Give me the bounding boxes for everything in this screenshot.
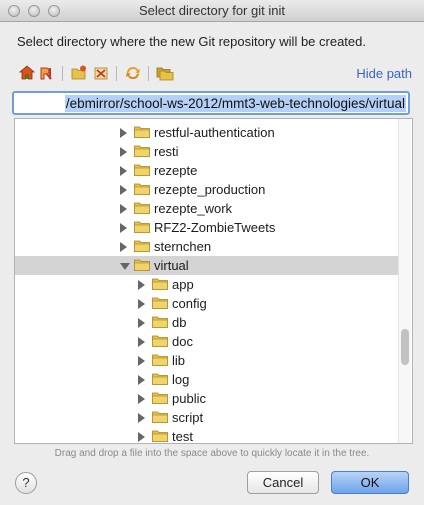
tree-row[interactable]: restful-authentication (15, 123, 399, 142)
tree-item-label: rezepte_work (154, 201, 233, 216)
tree-row[interactable]: script (15, 408, 399, 427)
disclosure-closed-icon[interactable] (120, 128, 127, 138)
disclosure-closed-icon[interactable] (138, 280, 145, 290)
folder-icon (134, 145, 150, 157)
toolbar-separator (62, 66, 63, 81)
folder-icon (152, 392, 168, 404)
instruction-text: Select directory where the new Git repos… (17, 34, 366, 49)
tree-item-label: doc (172, 334, 193, 349)
folder-icon (134, 126, 150, 138)
toolbar-separator (148, 66, 149, 81)
tree-row[interactable]: rezepte (15, 161, 399, 180)
tree-item-label: log (172, 372, 190, 387)
folder-icon (134, 259, 150, 271)
disclosure-closed-icon[interactable] (138, 375, 145, 385)
delete-icon[interactable] (92, 64, 110, 82)
tree-row[interactable]: rezepte_work (15, 199, 399, 218)
disclosure-closed-icon[interactable] (120, 242, 127, 252)
tree-item-label: rezepte_production (154, 182, 266, 197)
window-title: Select directory for git init (139, 3, 285, 18)
help-button[interactable]: ? (15, 472, 37, 494)
tree-item-label: restful-authentication (154, 125, 275, 140)
tree-row[interactable]: app (15, 275, 399, 294)
tree-scrollbar-thumb[interactable] (401, 329, 409, 365)
hide-path-link[interactable]: Hide path (356, 66, 412, 81)
folder-icon (152, 373, 168, 385)
folder-icon (134, 202, 150, 214)
toolbar: Hide path (14, 64, 414, 84)
home-icon[interactable] (18, 64, 36, 82)
tree-row[interactable]: resti (15, 142, 399, 161)
tree-row[interactable]: public (15, 389, 399, 408)
disclosure-closed-icon[interactable] (138, 356, 145, 366)
path-input[interactable]: /ebmirror/school-ws-2012/mmt3-web-techno… (12, 91, 410, 115)
tree-row[interactable]: config (15, 294, 399, 313)
tree-item-label: config (172, 296, 207, 311)
tree-item-label: db (172, 315, 187, 330)
tree-vertical-scrollbar[interactable] (398, 119, 411, 443)
disclosure-closed-icon[interactable] (138, 432, 145, 442)
folder-icon (134, 164, 150, 176)
tree-row[interactable]: log (15, 370, 399, 389)
tree-item-label: RFZ2-ZombieTweets (154, 220, 276, 235)
folder-icon (134, 221, 150, 233)
path-input-value: /ebmirror/school-ws-2012/mmt3-web-techno… (64, 95, 406, 112)
tree-row[interactable]: test (15, 427, 399, 444)
show-hidden-icon[interactable] (156, 64, 174, 82)
project-icon[interactable] (38, 64, 56, 82)
tree-item-label: resti (154, 144, 179, 159)
directory-tree[interactable]: restful-authentication resti rezepte rezept… (14, 118, 413, 444)
disclosure-open-icon[interactable] (120, 263, 130, 270)
disclosure-closed-icon[interactable] (120, 166, 127, 176)
tree-row[interactable]: virtual (15, 256, 399, 275)
folder-icon (152, 411, 168, 423)
disclosure-closed-icon[interactable] (138, 394, 145, 404)
tree-row[interactable]: db (15, 313, 399, 332)
disclosure-closed-icon[interactable] (138, 413, 145, 423)
disclosure-closed-icon[interactable] (138, 299, 145, 309)
tree-item-label: app (172, 277, 194, 292)
drag-drop-hint: Drag and drop a file into the space abov… (54, 448, 370, 459)
folder-icon (152, 354, 168, 366)
tree-item-label: script (172, 410, 204, 425)
refresh-icon[interactable] (124, 64, 142, 82)
tree-row[interactable]: RFZ2-ZombieTweets (15, 218, 399, 237)
tree-item-label: rezepte (154, 163, 198, 178)
disclosure-closed-icon[interactable] (120, 204, 127, 214)
folder-icon (152, 278, 168, 290)
disclosure-closed-icon[interactable] (138, 337, 145, 347)
tree-item-label: test (172, 429, 193, 444)
disclosure-closed-icon[interactable] (120, 185, 127, 195)
toolbar-separator (116, 66, 117, 81)
folder-icon (152, 430, 168, 442)
disclosure-closed-icon[interactable] (138, 318, 145, 328)
tree-item-label: public (172, 391, 206, 406)
new-folder-icon[interactable] (70, 64, 88, 82)
tree-item-label: sternchen (154, 239, 212, 254)
tree-row[interactable]: lib (15, 351, 399, 370)
disclosure-closed-icon[interactable] (120, 147, 127, 157)
folder-icon (152, 297, 168, 309)
cancel-button[interactable]: Cancel (247, 471, 319, 494)
tree-row[interactable]: sternchen (15, 237, 399, 256)
folder-icon (152, 335, 168, 347)
tree-item-label: lib (172, 353, 186, 368)
tree-row[interactable]: rezepte_production (15, 180, 399, 199)
folder-icon (152, 316, 168, 328)
folder-icon (134, 183, 150, 195)
ok-button[interactable]: OK (331, 471, 409, 494)
folder-icon (134, 240, 150, 252)
disclosure-closed-icon[interactable] (120, 223, 127, 233)
tree-item-label: virtual (154, 258, 189, 273)
tree-row[interactable]: doc (15, 332, 399, 351)
title-bar: Select directory for git init (0, 0, 424, 22)
